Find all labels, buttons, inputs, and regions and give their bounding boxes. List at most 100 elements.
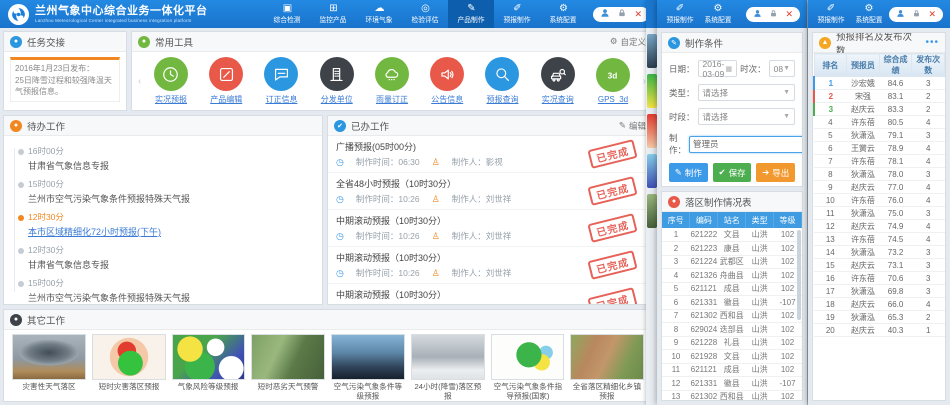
tool-speaker[interactable]: 公告信息	[430, 57, 464, 105]
nav-item-grid[interactable]: ⊞监控产品	[310, 0, 356, 28]
lock-icon[interactable]	[617, 5, 627, 23]
lock-icon[interactable]	[912, 5, 921, 23]
lock-icon[interactable]	[769, 5, 778, 23]
nav-item-pen[interactable]: ✐预报制作	[812, 0, 850, 28]
user-icon[interactable]	[753, 5, 762, 23]
table-row[interactable]: 10许东蓓76.04	[814, 194, 945, 207]
other-work-item[interactable]: 短时恶劣天气预警	[251, 334, 325, 392]
timestep-select[interactable]: 08▼	[769, 60, 795, 77]
table-row[interactable]: 11狄潇泓75.03	[814, 207, 945, 220]
tool-car[interactable]: 实况查询	[541, 57, 575, 105]
table-row[interactable]: 8629024迭部县山洪102	[662, 323, 802, 337]
other-work-item[interactable]: 全省落区精细化乡镇预报	[570, 334, 644, 402]
user-icon[interactable]	[896, 5, 905, 23]
table-row[interactable]: 7许东蓓78.14	[814, 155, 945, 168]
table-row[interactable]: 9赵庆云77.04	[814, 181, 945, 194]
nav-item-monitor[interactable]: ▣综合检测	[264, 0, 310, 28]
more-menu-icon[interactable]: •••	[925, 37, 939, 48]
save-button[interactable]: ✔保存	[713, 163, 752, 182]
table-row[interactable]: 5狄潇泓79.13	[814, 129, 945, 142]
table-row[interactable]: 4621326舟曲县山洪102	[662, 269, 802, 283]
table-row[interactable]: 16许东蓓70.63	[814, 272, 945, 285]
other-work-item[interactable]: 灾害性天气落区	[12, 334, 86, 392]
done-item[interactable]: 中期滚动预报（10时30分）◷制作时间：10:26♙制作人：刘世祥已完成	[328, 247, 652, 284]
todo-title[interactable]: 本市区域精细化72小时预报(下午)	[28, 225, 314, 238]
done-item[interactable]: 中期滚动预报（10时30分）◷制作时间：10:26♙制作人：刘世祥已完成	[328, 210, 652, 247]
nav-item-edit[interactable]: ✎产品制作	[448, 0, 494, 28]
table-row[interactable]: 20赵庆云40.31	[814, 324, 945, 337]
table-row[interactable]: 15赵庆云73.13	[814, 259, 945, 272]
table-row[interactable]: 6王黉云78.94	[814, 142, 945, 155]
table-row[interactable]: 7621302西和县山洪102	[662, 309, 802, 323]
table-row[interactable]: 3621224武都区山洪102	[662, 255, 802, 269]
table-row[interactable]: 18赵庆云66.04	[814, 298, 945, 311]
scrollbar[interactable]	[797, 230, 801, 320]
make-button[interactable]: ✎制作	[669, 163, 708, 182]
todo-item[interactable]: 12时30分本市区域精细化72小时预报(下午)	[12, 208, 314, 241]
table-row[interactable]: 14狄潇泓73.23	[814, 246, 945, 259]
todo-item[interactable]: 15时00分兰州市空气污染气象条件预报特殊天气报	[12, 274, 314, 304]
maker-input[interactable]	[689, 136, 803, 153]
cell: 山洪	[746, 309, 774, 323]
cell: 赵庆云	[847, 220, 880, 233]
period-select[interactable]: 请选择▼	[698, 108, 795, 125]
done-item[interactable]: 中期滚动预报（10时30分）◷制作时间：10:26♙制作人：刘世祥已完成	[328, 284, 652, 304]
todo-item[interactable]: 15时00分兰州市空气污染气象条件预报特殊天气报	[12, 175, 314, 208]
todo-item[interactable]: 12时30分甘肃省气象信息专报	[12, 241, 314, 274]
close-icon[interactable]: ✕	[928, 10, 936, 19]
export-button[interactable]: ➔导出	[756, 163, 795, 182]
tool-building[interactable]: 分发单位	[320, 57, 354, 105]
table-row[interactable]: 9621228礼县山洪102	[662, 336, 802, 350]
done-item[interactable]: 全省48小时预报（10时30分）◷制作时间：10:26♙制作人：刘世祥已完成	[328, 173, 652, 210]
other-work-item[interactable]: 短时灾害落区预报	[92, 334, 166, 392]
table-row[interactable]: 8狄潇泓78.03	[814, 168, 945, 181]
tool-3d[interactable]: 3dGPS_3d	[596, 58, 630, 104]
table-row[interactable]: 3赵庆云83.32	[814, 103, 945, 116]
tool-search[interactable]: 预报查询	[485, 57, 519, 105]
tool-cloud[interactable]: 雨量订正	[375, 57, 409, 105]
nav-item-pen[interactable]: ✐预报制作	[494, 0, 540, 28]
customize-button[interactable]: ⚙自定义	[610, 36, 646, 48]
table-row[interactable]: 17狄潇泓69.83	[814, 285, 945, 298]
todo-item[interactable]: 16时00分甘肃省气象信息专报	[12, 142, 314, 175]
nav-item-cloud[interactable]: ☁环境气象	[356, 0, 402, 28]
carousel-left-icon[interactable]: ‹	[136, 76, 143, 87]
table-row[interactable]: 11621121成县山洪102	[662, 363, 802, 377]
tool-chat[interactable]: 订正信息	[264, 57, 298, 105]
table-row[interactable]: 1沙宏娥84.63	[814, 77, 945, 90]
tool-edit[interactable]: 产品编辑	[209, 57, 243, 105]
cell: 许东蓓	[847, 194, 880, 207]
nav-item-gear[interactable]: ⚙系统配置	[699, 0, 737, 28]
table-row[interactable]: 1621222文县山洪102	[662, 228, 802, 242]
table-row[interactable]: 12赵庆云74.94	[814, 220, 945, 233]
close-icon[interactable]: ✕	[634, 10, 642, 19]
table-row[interactable]: 13621302西和县山洪102	[662, 390, 802, 400]
other-work-item[interactable]: 气象风险等级预报	[172, 334, 246, 392]
table-row[interactable]: 19狄潇泓65.32	[814, 311, 945, 324]
nav-item-pen[interactable]: ✐预报制作	[661, 0, 699, 28]
nav-item-check[interactable]: ◎检验评估	[402, 0, 448, 28]
other-work-item[interactable]: 24小时(降雪)落区预报	[411, 334, 485, 402]
nav-item-gear[interactable]: ⚙系统配置	[540, 0, 586, 28]
nav-item-gear[interactable]: ⚙系统配置	[850, 0, 888, 28]
table-row[interactable]: 5621121成县山洪102	[662, 282, 802, 296]
table-row[interactable]: 2宋强83.12	[814, 90, 945, 103]
table-row[interactable]: 10621928文县山洪102	[662, 350, 802, 364]
table-row[interactable]: 6621331徽县山洪-107	[662, 296, 802, 310]
table-row[interactable]: 13许东蓓74.54	[814, 233, 945, 246]
type-select[interactable]: 请选择▼	[698, 84, 795, 101]
common-tools-panel: ● 常用工具 ⚙自定义 ‹ 实况预报产品编辑订正信息分发单位雨量订正公告信息预报…	[131, 31, 653, 111]
close-icon[interactable]: ✕	[785, 10, 793, 19]
done-item[interactable]: 广播预报(05时00分)◷制作时间：06:30♙制作人：影视已完成	[328, 136, 652, 173]
table-row[interactable]: 12621331徽县山洪-107	[662, 377, 802, 391]
table-row[interactable]: 4许东蓓80.54	[814, 116, 945, 129]
user-icon[interactable]	[600, 5, 610, 23]
tool-clock[interactable]: 实况预报	[154, 57, 188, 105]
cell: 6	[814, 142, 847, 155]
other-work-item[interactable]: 空气污染气象条件等级预报	[331, 334, 405, 402]
edit-button[interactable]: ✎编辑	[619, 120, 646, 132]
other-work-item[interactable]: 空气污染气象条件指导预报(国家)	[491, 334, 565, 402]
cell: 赵庆云	[847, 181, 880, 194]
date-field[interactable]: 2016-03-09▦	[698, 60, 738, 77]
table-row[interactable]: 2621223康县山洪102	[662, 242, 802, 256]
